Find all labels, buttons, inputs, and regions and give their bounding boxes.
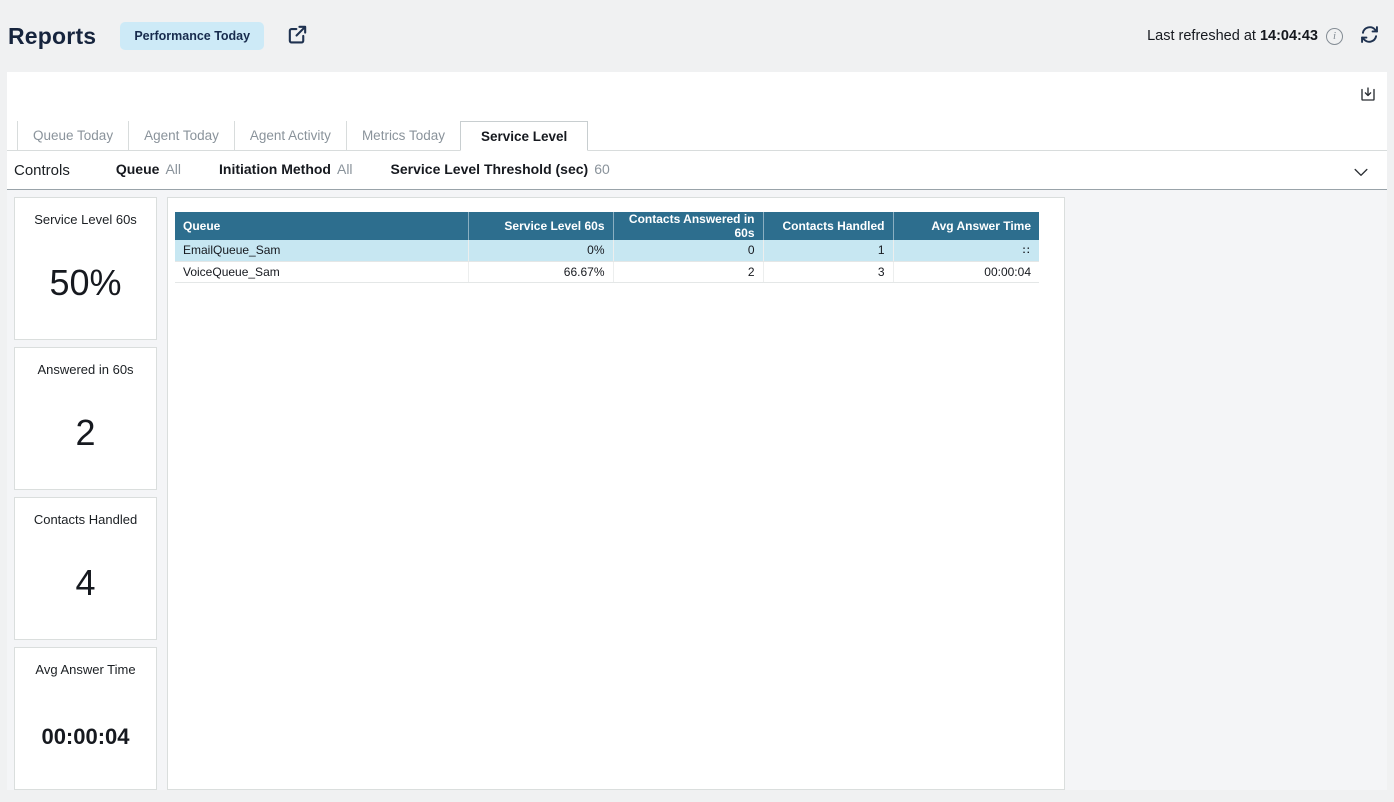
refresh-icon [1359, 24, 1380, 48]
cell-queue-name[interactable]: VoiceQueue_Sam [175, 261, 468, 282]
refresh-button[interactable] [1359, 24, 1380, 48]
cell-contacts-handled[interactable]: 1 [763, 240, 893, 261]
cell-service-level[interactable]: 66.67% [468, 261, 613, 282]
page-header: Reports Performance Today Last refreshed… [0, 0, 1394, 72]
kpi-label: Avg Answer Time [15, 662, 156, 677]
cell-avg-answer-time[interactable]: :: [893, 240, 1039, 261]
dashboard-panel: Queue Today Agent Today Agent Activity M… [7, 72, 1387, 190]
control-initiation-method[interactable]: Initiation MethodAll [219, 161, 353, 179]
page-title: Reports [8, 23, 96, 50]
cell-contacts-answered[interactable]: 0 [613, 240, 763, 261]
kpi-label: Answered in 60s [15, 362, 156, 377]
column-header-contacts-handled[interactable]: Contacts Handled [763, 212, 893, 240]
column-header-service-level-60s[interactable]: Service Level 60s [468, 212, 613, 240]
tab-bar: Queue Today Agent Today Agent Activity M… [7, 121, 1387, 151]
tab-metrics-today[interactable]: Metrics Today [346, 121, 460, 150]
tab-service-level[interactable]: Service Level [460, 121, 588, 151]
last-refreshed-time: 14:04:43 [1260, 28, 1318, 44]
table-row-emailqueue[interactable]: EmailQueue_Sam 0% 0 1 :: [175, 240, 1039, 261]
info-icon: i [1326, 28, 1343, 45]
dashboard-sheet: Service Level 60s 50% Answered in 60s 2 … [7, 190, 1387, 790]
kpi-value: 50% [15, 262, 156, 304]
control-queue[interactable]: QueueAll [116, 161, 181, 179]
tab-agent-activity[interactable]: Agent Activity [234, 121, 346, 150]
kpi-value: 00:00:04 [15, 724, 156, 750]
download-icon [1359, 85, 1377, 106]
chevron-down-icon [1351, 162, 1371, 185]
kpi-card-answered-in-60s: Answered in 60s 2 [14, 347, 157, 490]
cell-contacts-answered[interactable]: 2 [613, 261, 763, 282]
report-name-badge[interactable]: Performance Today [120, 22, 264, 50]
controls-collapse-button[interactable] [1351, 162, 1371, 185]
open-in-new-icon [286, 23, 309, 49]
kpi-card-service-level: Service Level 60s 50% [14, 197, 157, 340]
tab-agent-today[interactable]: Agent Today [128, 121, 234, 150]
cell-service-level[interactable]: 0% [468, 240, 613, 261]
cell-avg-answer-time[interactable]: 00:00:04 [893, 261, 1039, 282]
column-header-avg-answer-time[interactable]: Avg Answer Time [893, 212, 1039, 240]
kpi-card-contacts-handled: Contacts Handled 4 [14, 497, 157, 640]
cell-queue-name[interactable]: EmailQueue_Sam [175, 240, 468, 261]
kpi-label: Service Level 60s [15, 212, 156, 227]
header-right: Last refreshed at 14:04:43 i [1147, 24, 1380, 48]
cell-contacts-handled[interactable]: 3 [763, 261, 893, 282]
info-button[interactable]: i [1326, 28, 1343, 45]
service-level-table-card: Queue Service Level 60s Contacts Answere… [167, 197, 1065, 790]
table-header-row: Queue Service Level 60s Contacts Answere… [175, 212, 1039, 240]
open-in-new-button[interactable] [286, 23, 309, 49]
service-level-table: Queue Service Level 60s Contacts Answere… [175, 212, 1039, 283]
tab-queue-today[interactable]: Queue Today [17, 121, 128, 150]
table-row-voicequeue[interactable]: VoiceQueue_Sam 66.67% 2 3 00:00:04 [175, 261, 1039, 282]
last-refreshed-label: Last refreshed at 14:04:43 [1147, 28, 1318, 44]
control-service-level-threshold[interactable]: Service Level Threshold (sec)60 [391, 161, 610, 179]
kpi-value: 4 [15, 562, 156, 604]
kpi-label: Contacts Handled [15, 512, 156, 527]
kpi-value: 2 [15, 412, 156, 454]
download-button[interactable] [1359, 85, 1377, 106]
column-header-contacts-answered-in-60s[interactable]: Contacts Answered in 60s [613, 212, 763, 240]
column-header-queue[interactable]: Queue [175, 212, 468, 240]
kpi-card-avg-answer-time: Avg Answer Time 00:00:04 [14, 647, 157, 790]
controls-title: Controls [14, 162, 70, 179]
controls-bar: Controls QueueAll Initiation MethodAll S… [7, 151, 1387, 190]
